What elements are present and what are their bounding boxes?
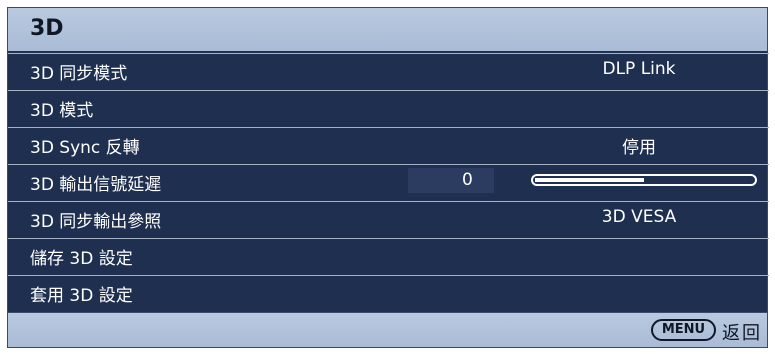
menu-item-label: 儲存 3D 設定 [30, 249, 133, 269]
menu-item-value: DLP Link [602, 59, 676, 79]
menu-item-label: 套用 3D 設定 [30, 286, 133, 306]
menu-title: 3D [30, 16, 64, 41]
delay-slider-fill [535, 178, 644, 182]
delay-value-box: 0 [408, 168, 494, 193]
menu-item-3d-mode[interactable]: 3D 模式 [8, 90, 769, 122]
menu-list: 3D 同步模式 DLP Link 3D 模式 3D Sync 反轉 停用 3D … [7, 53, 769, 312]
menu-item-apply-3d[interactable]: 套用 3D 設定 [8, 275, 769, 307]
osd-menu: 3D 3D 同步模式 DLP Link 3D 模式 3D Sync 反轉 停用 … [0, 0, 775, 354]
menu-item-label: 3D 輸出信號延遲 [30, 175, 162, 195]
menu-item-sync-mode[interactable]: 3D 同步模式 DLP Link [8, 53, 769, 85]
delay-value: 0 [462, 170, 473, 190]
menu-item-value: 3D VESA [601, 207, 677, 227]
delay-slider[interactable] [531, 174, 757, 186]
menu-item-label: 3D 同步模式 [30, 64, 128, 84]
menu-item-label: 3D 同步輸出參照 [30, 212, 162, 232]
menu-item-label: 3D Sync 反轉 [30, 138, 140, 158]
footer-bar: MENU 返回 [7, 312, 768, 348]
menu-button[interactable]: MENU [651, 319, 716, 341]
menu-item-sync-output-ref[interactable]: 3D 同步輸出參照 3D VESA [8, 201, 769, 233]
menu-item-label: 3D 模式 [30, 101, 94, 121]
menu-item-sync-invert[interactable]: 3D Sync 反轉 停用 [8, 127, 769, 159]
menu-item-output-delay[interactable]: 3D 輸出信號延遲 0 [8, 164, 769, 196]
title-bar: 3D [7, 7, 768, 53]
menu-item-save-3d[interactable]: 儲存 3D 設定 [8, 238, 769, 270]
back-label: 返回 [722, 323, 762, 344]
menu-item-value: 停用 [622, 138, 656, 158]
